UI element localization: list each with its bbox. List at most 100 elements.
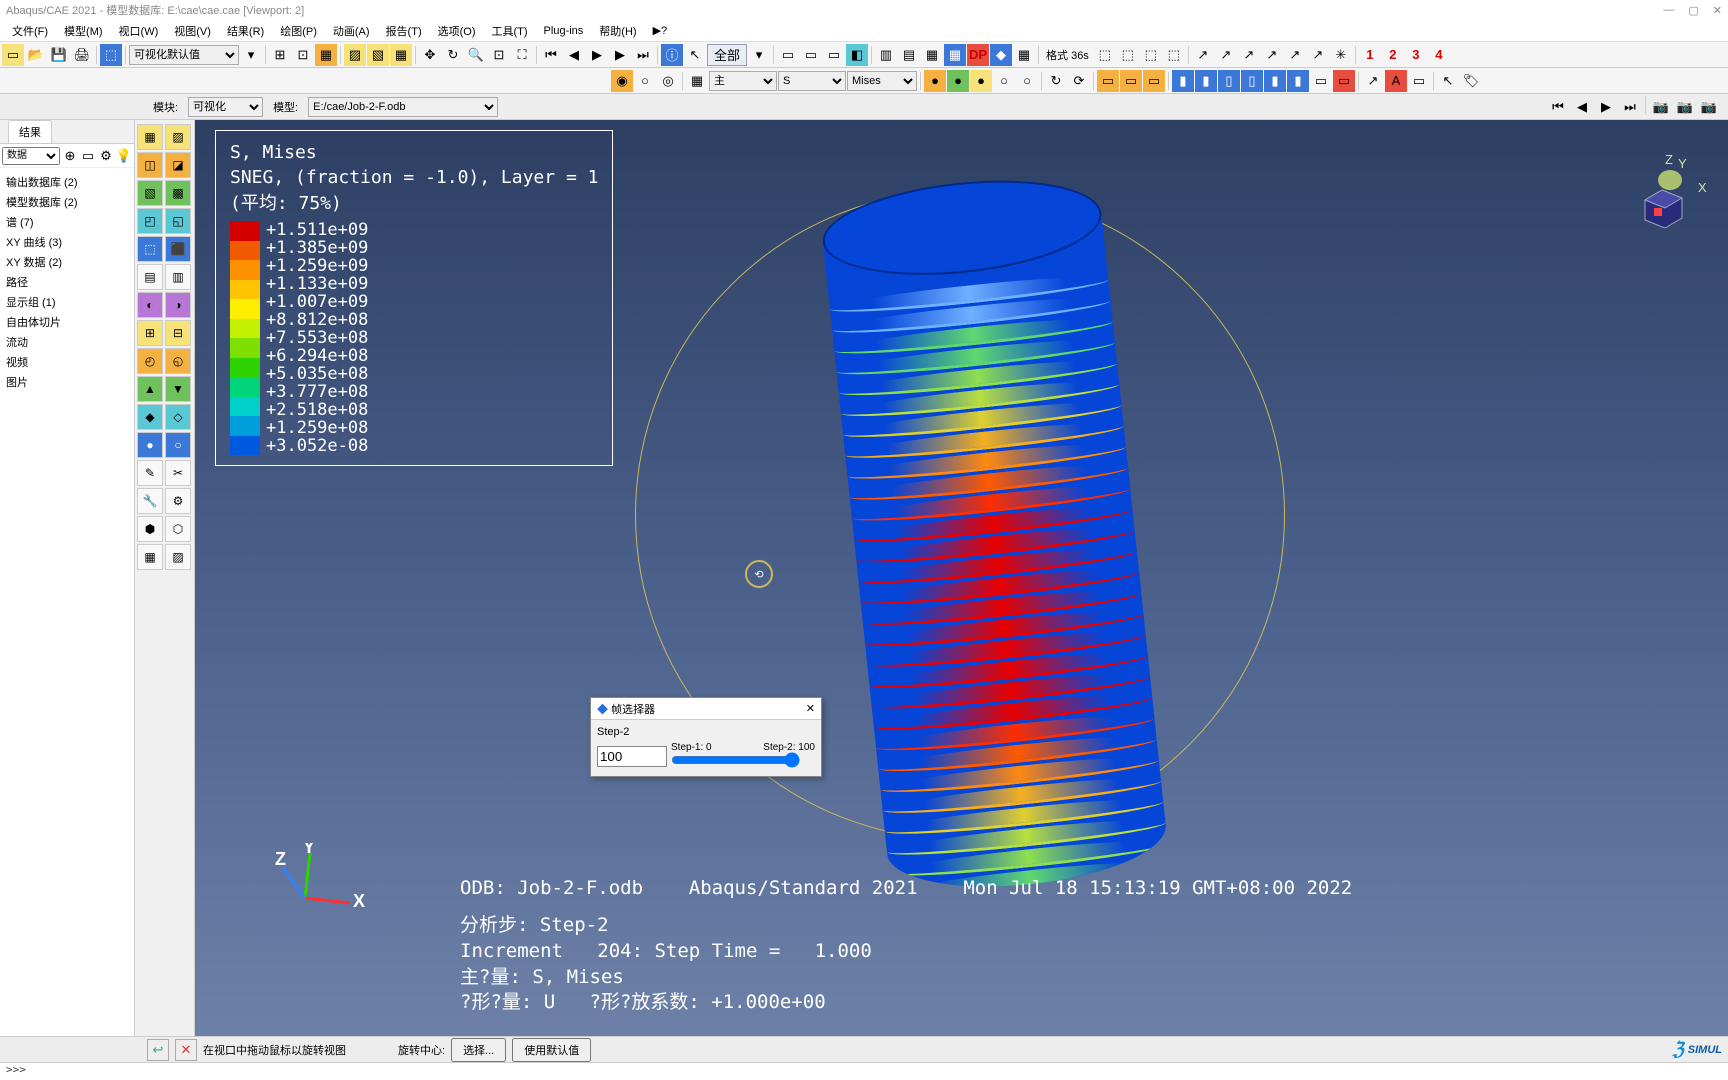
toolbox-btn-1[interactable]: ▨ <box>165 124 191 150</box>
tool-mesh2-icon[interactable]: ▧ <box>367 44 389 66</box>
tool-mesh3-icon[interactable]: ▦ <box>390 44 412 66</box>
toolbox-btn-19[interactable]: ▼ <box>165 376 191 402</box>
output-var-s-select[interactable]: S <box>778 71 846 91</box>
toolbox-btn-22[interactable]: ● <box>137 432 163 458</box>
blk6-icon[interactable]: ▮ <box>1287 70 1309 92</box>
tree-btn1-icon[interactable]: ⊕ <box>62 148 78 164</box>
use-default-button[interactable]: 使用默认值 <box>512 1038 591 1062</box>
sync-icon[interactable]: ⟳ <box>1068 70 1090 92</box>
menu-视图v[interactable]: 视图(V) <box>166 21 219 41</box>
tool-iso1-icon[interactable]: ⬚ <box>1094 44 1116 66</box>
anim-next-icon[interactable]: ▶ <box>609 44 631 66</box>
tree-item[interactable]: XY 曲线 (3) <box>2 232 132 252</box>
play-back-icon[interactable]: ◀ <box>1571 96 1593 118</box>
menu-绘图p[interactable]: 绘图(P) <box>272 21 325 41</box>
tool-dp-icon[interactable]: DP <box>967 44 989 66</box>
tool-axis5-icon[interactable]: ↗ <box>1284 44 1306 66</box>
tree-item[interactable]: 谱 (7) <box>2 212 132 232</box>
tree-item[interactable]: 流动 <box>2 332 132 352</box>
frame-slider[interactable] <box>671 753 800 767</box>
primary-select[interactable]: 主 <box>709 71 777 91</box>
blk5-icon[interactable]: ▮ <box>1264 70 1286 92</box>
tool-new-icon[interactable]: ▭ <box>2 44 24 66</box>
tree-item[interactable]: 输出数据库 (2) <box>2 172 132 192</box>
blk4-icon[interactable]: ▯ <box>1241 70 1263 92</box>
output-var-mises-select[interactable]: Mises <box>847 71 917 91</box>
tool-box2-icon[interactable]: ⊡ <box>292 44 314 66</box>
tool-axis3-icon[interactable]: ↗ <box>1238 44 1260 66</box>
text-box-icon[interactable]: ▭ <box>1408 70 1430 92</box>
viz-style-select[interactable]: 可视化默认值 <box>129 45 239 65</box>
tree-item[interactable]: 视频 <box>2 352 132 372</box>
tool-layer3-icon[interactable]: ▭ <box>823 44 845 66</box>
menu-视口w[interactable]: 视口(W) <box>111 21 167 41</box>
play-last-icon[interactable]: ⏭ <box>1619 96 1641 118</box>
circle2-icon[interactable]: ● <box>947 70 969 92</box>
toolbox-btn-0[interactable]: ▦ <box>137 124 163 150</box>
tree-item[interactable]: 路径 <box>2 272 132 292</box>
layers-icon[interactable]: ▭ <box>1310 70 1332 92</box>
menu-plug-ins[interactable]: Plug-ins <box>536 23 592 39</box>
tool-rotate-icon[interactable]: ↻ <box>442 44 464 66</box>
toolbox-btn-31[interactable]: ▨ <box>165 544 191 570</box>
tool-cursor-icon[interactable]: ↖ <box>684 44 706 66</box>
toolbox-btn-28[interactable]: ⬢ <box>137 516 163 542</box>
pick-tag-icon[interactable]: 🏷 <box>1460 70 1482 92</box>
toolbox-btn-6[interactable]: ◰ <box>137 208 163 234</box>
toolbox-btn-17[interactable]: ◵ <box>165 348 191 374</box>
circle1-icon[interactable]: ● <box>924 70 946 92</box>
toolbox-btn-21[interactable]: ◇ <box>165 404 191 430</box>
tool-zoom-icon[interactable]: 🔍 <box>465 44 487 66</box>
tool-grid4-icon[interactable]: ▦ <box>944 44 966 66</box>
toolbox-btn-3[interactable]: ◪ <box>165 152 191 178</box>
redbox-icon[interactable]: ▭ <box>1333 70 1355 92</box>
toolbox-btn-4[interactable]: ▧ <box>137 180 163 206</box>
menu-结果r[interactable]: 结果(R) <box>219 21 272 41</box>
tool-cube-icon[interactable]: ⬚ <box>100 44 122 66</box>
blk1-icon[interactable]: ▮ <box>1172 70 1194 92</box>
toolbox-btn-25[interactable]: ✂ <box>165 460 191 486</box>
tab-results[interactable]: 结果 <box>8 120 52 143</box>
blk3-icon[interactable]: ▯ <box>1218 70 1240 92</box>
toolbox-btn-24[interactable]: ✎ <box>137 460 163 486</box>
toolbox-btn-16[interactable]: ◴ <box>137 348 163 374</box>
num-2-button[interactable]: 2 <box>1382 44 1404 66</box>
toolbox-btn-18[interactable]: ▲ <box>137 376 163 402</box>
toolbox-btn-13[interactable]: ◑ <box>165 292 191 318</box>
tool-print-icon[interactable]: 🖨 <box>71 44 93 66</box>
circle4-icon[interactable]: ○ <box>993 70 1015 92</box>
python-cli[interactable]: >>> <box>0 1062 1728 1080</box>
tool-axis2-icon[interactable]: ↗ <box>1215 44 1237 66</box>
tool-iso3-icon[interactable]: ⬚ <box>1140 44 1162 66</box>
tool-axis6-icon[interactable]: ↗ <box>1307 44 1329 66</box>
tool-plane-icon[interactable]: ◧ <box>846 44 868 66</box>
tool-col2-icon[interactable]: ▤ <box>898 44 920 66</box>
select-all-button[interactable]: 全部 <box>707 44 747 66</box>
toolbox-btn-9[interactable]: ⬛ <box>165 236 191 262</box>
num-3-button[interactable]: 3 <box>1405 44 1427 66</box>
toolbox-btn-20[interactable]: ◆ <box>137 404 163 430</box>
anim-prev-step-icon[interactable]: ⏮ <box>540 44 562 66</box>
tool-dropdown-icon[interactable]: ▾ <box>240 44 262 66</box>
render-hidden-icon[interactable]: ◎ <box>657 70 679 92</box>
toolbox-btn-15[interactable]: ⊟ <box>165 320 191 346</box>
anim-prev-icon[interactable]: ◀ <box>563 44 585 66</box>
sq2-icon[interactable]: ▭ <box>1120 70 1142 92</box>
triad-top-right[interactable]: Z Y X <box>1610 150 1710 253</box>
tool-axis1-icon[interactable]: ↗ <box>1192 44 1214 66</box>
sq3-icon[interactable]: ▭ <box>1143 70 1165 92</box>
render-wire-icon[interactable]: ○ <box>634 70 656 92</box>
action-ok-icon[interactable]: ↩ <box>147 1039 169 1061</box>
toolbox-btn-2[interactable]: ◫ <box>137 152 163 178</box>
menu-模型m[interactable]: 模型(M) <box>56 21 111 41</box>
tree-item[interactable]: 图片 <box>2 372 132 392</box>
play-first-icon[interactable]: ⏮ <box>1547 96 1569 118</box>
tool-col3-icon[interactable]: ▦ <box>921 44 943 66</box>
render-shaded-icon[interactable]: ◉ <box>611 70 633 92</box>
tree-filter-select[interactable]: 数据 <box>2 147 60 165</box>
toolbox-btn-29[interactable]: ⬡ <box>165 516 191 542</box>
circle5-icon[interactable]: ○ <box>1016 70 1038 92</box>
num-1-button[interactable]: 1 <box>1359 44 1381 66</box>
dialog-close-icon[interactable]: ✕ <box>806 702 815 715</box>
tool-zoombox-icon[interactable]: ⊡ <box>488 44 510 66</box>
